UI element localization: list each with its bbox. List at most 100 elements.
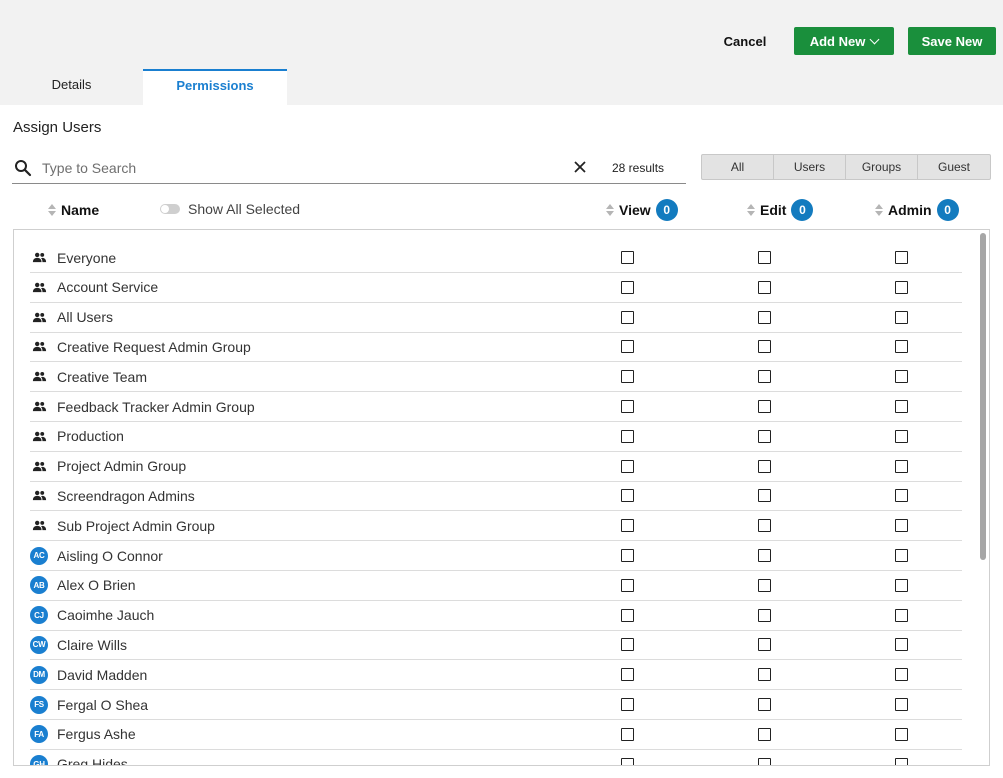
view-checkbox[interactable] [621, 459, 634, 473]
avatar: AC [30, 546, 48, 565]
view-checkbox[interactable] [621, 429, 634, 443]
admin-checkbox[interactable] [895, 578, 908, 592]
admin-checkbox[interactable] [895, 429, 908, 443]
admin-checkbox[interactable] [895, 280, 908, 294]
edit-checkbox[interactable] [758, 549, 771, 562]
view-checkbox[interactable] [621, 280, 634, 294]
tab-details[interactable]: Details [0, 69, 143, 99]
view-checkbox[interactable] [621, 400, 634, 413]
view-checkbox[interactable] [621, 638, 634, 652]
edit-checkbox[interactable] [758, 310, 771, 324]
list-item: CJ Caoimhe Jauch [30, 601, 962, 631]
admin-checkbox[interactable] [895, 340, 908, 354]
list-item: All Users [30, 303, 962, 333]
filter-all[interactable]: All [702, 155, 774, 179]
filter-guest[interactable]: Guest [918, 155, 990, 179]
list-item: Project Admin Group [30, 452, 962, 482]
edit-checkbox[interactable] [758, 489, 771, 503]
admin-checkbox[interactable] [895, 370, 908, 384]
admin-checkbox[interactable] [895, 459, 908, 473]
edit-checkbox[interactable] [758, 459, 771, 473]
admin-checkbox[interactable] [895, 727, 908, 741]
close-icon[interactable] [572, 159, 588, 175]
filter-groups[interactable]: Groups [846, 155, 918, 179]
edit-checkbox[interactable] [758, 280, 771, 294]
list-item-name: Sub Project Admin Group [57, 517, 215, 534]
admin-checkbox[interactable] [895, 757, 908, 765]
avatar: FS [30, 695, 48, 714]
group-icon [30, 457, 48, 475]
edit-checkbox[interactable] [758, 370, 771, 384]
scrollbar-thumb[interactable] [980, 233, 986, 560]
admin-column-label: Admin [888, 202, 932, 218]
search-bar: 28 results [12, 152, 686, 184]
view-checkbox[interactable] [621, 668, 634, 682]
edit-checkbox[interactable] [758, 400, 771, 413]
admin-checkbox[interactable] [895, 668, 908, 682]
show-all-selected-toggle[interactable]: Show All Selected [160, 201, 300, 217]
admin-checkbox[interactable] [895, 519, 908, 533]
edit-checkbox[interactable] [758, 757, 771, 765]
view-column-header[interactable]: View 0 [606, 198, 678, 222]
admin-checkbox[interactable] [895, 608, 908, 622]
list-item-name: Fergus Ashe [57, 726, 136, 743]
list-item: Creative Request Admin Group [30, 332, 962, 363]
edit-checkbox[interactable] [758, 251, 771, 264]
admin-checkbox[interactable] [895, 698, 908, 711]
admin-checkbox[interactable] [895, 251, 908, 264]
admin-checkbox[interactable] [895, 310, 908, 324]
view-checkbox[interactable] [621, 340, 634, 354]
admin-checkbox[interactable] [895, 638, 908, 652]
edit-column-header[interactable]: Edit 0 [747, 198, 814, 222]
tab-permissions[interactable]: Permissions [143, 69, 287, 99]
sort-icon [875, 204, 883, 216]
view-checkbox[interactable] [621, 727, 634, 741]
filter-users[interactable]: Users [774, 155, 846, 179]
view-checkbox[interactable] [621, 578, 634, 592]
list-item-name: Aisling O Connor [57, 547, 163, 564]
admin-column-header[interactable]: Admin 0 [875, 198, 959, 222]
list-item-name: Creative Request Admin Group [57, 338, 251, 355]
list-item-name: Production [57, 428, 124, 445]
view-checkbox[interactable] [621, 608, 634, 622]
view-checkbox[interactable] [621, 370, 634, 384]
admin-checkbox[interactable] [895, 489, 908, 503]
edit-checkbox[interactable] [758, 698, 771, 711]
name-column-header[interactable]: Name [48, 198, 99, 222]
list-item: FA Fergus Ashe [30, 720, 962, 750]
add-new-button[interactable]: Add New [794, 27, 894, 55]
list-item-name: Feedback Tracker Admin Group [57, 398, 255, 415]
add-new-label: Add New [809, 33, 866, 49]
save-new-button[interactable]: Save New [908, 27, 996, 55]
list-item-name: All Users [57, 309, 114, 326]
avatar-initials: CW [30, 635, 48, 654]
name-column-label: Name [61, 202, 100, 218]
view-checkbox[interactable] [621, 251, 634, 264]
list-item: Creative Team [30, 362, 962, 393]
edit-checkbox[interactable] [758, 429, 771, 443]
cancel-button[interactable]: Cancel [712, 27, 778, 55]
results-count: 28 results [612, 161, 665, 175]
edit-checkbox[interactable] [758, 519, 771, 533]
view-checkbox[interactable] [621, 698, 634, 711]
admin-checkbox[interactable] [895, 400, 908, 413]
search-input[interactable] [42, 156, 562, 180]
edit-checkbox[interactable] [758, 578, 771, 592]
edit-checkbox[interactable] [758, 727, 771, 741]
list-item: Screendragon Admins [30, 481, 962, 512]
admin-checkbox[interactable] [895, 549, 908, 562]
view-checkbox[interactable] [621, 310, 634, 324]
list-item-name: Creative Team [57, 368, 148, 385]
list-item: AC Aisling O Connor [30, 541, 962, 571]
edit-checkbox[interactable] [758, 608, 771, 622]
group-icon [30, 517, 48, 535]
edit-checkbox[interactable] [758, 340, 771, 354]
view-checkbox[interactable] [621, 549, 634, 562]
view-checkbox[interactable] [621, 489, 634, 503]
view-checkbox[interactable] [621, 757, 634, 765]
edit-checkbox[interactable] [758, 668, 771, 682]
view-checkbox[interactable] [621, 519, 634, 533]
edit-checkbox[interactable] [758, 638, 771, 652]
avatar: FA [30, 725, 48, 744]
list-item: Production [30, 422, 962, 452]
